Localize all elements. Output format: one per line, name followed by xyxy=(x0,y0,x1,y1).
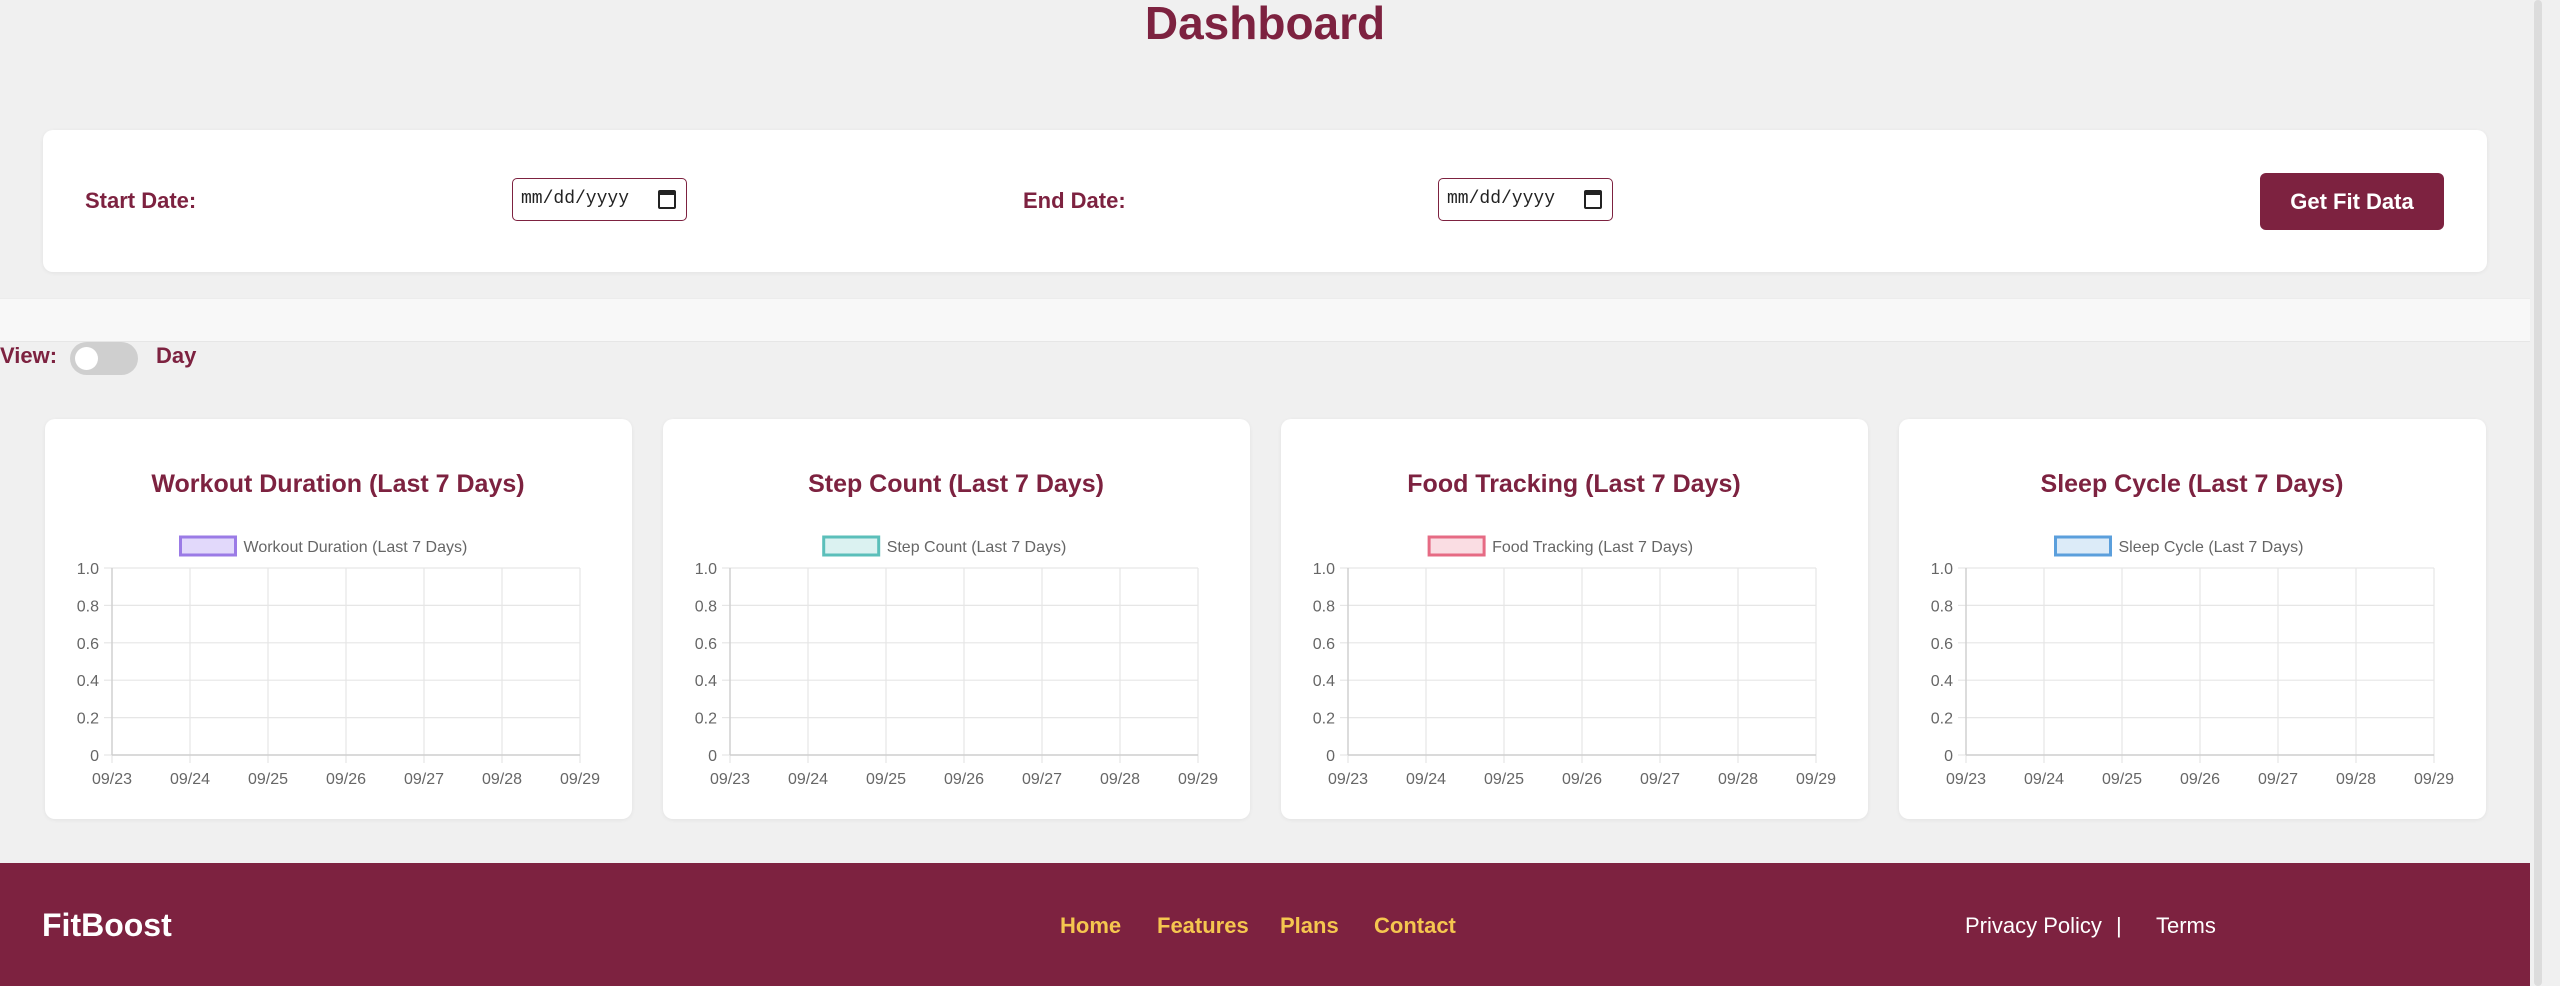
x-tick-label: 09/24 xyxy=(2024,771,2064,788)
scrollbar-thumb[interactable] xyxy=(2534,0,2542,986)
footer-separator: | xyxy=(2116,913,2122,938)
view-toggle[interactable] xyxy=(70,342,138,375)
view-mode-label: Day xyxy=(156,343,197,368)
chart-title: Food Tracking (Last 7 Days) xyxy=(1407,470,1740,498)
x-tick-label: 09/27 xyxy=(1022,771,1062,788)
legend-label: Food Tracking (Last 7 Days) xyxy=(1492,539,1693,556)
y-tick-label: 0.6 xyxy=(1313,636,1335,653)
y-tick-label: 0.2 xyxy=(1931,711,1953,728)
x-tick-label: 09/29 xyxy=(1178,771,1218,788)
x-tick-label: 09/25 xyxy=(866,771,906,788)
x-tick-label: 09/26 xyxy=(326,771,366,788)
y-tick-label: 0.2 xyxy=(1313,711,1335,728)
x-tick-label: 09/25 xyxy=(1484,771,1524,788)
x-tick-label: 09/27 xyxy=(2258,771,2298,788)
x-tick-label: 09/23 xyxy=(92,771,132,788)
legend-label: Workout Duration (Last 7 Days) xyxy=(244,539,468,556)
chart-title: Step Count (Last 7 Days) xyxy=(808,470,1104,498)
page-title: Dashboard xyxy=(1144,0,1386,49)
footer-nav-plans[interactable]: Plans xyxy=(1280,913,1339,939)
view-label: View: xyxy=(0,343,58,368)
y-tick-label: 0.4 xyxy=(1931,673,1953,690)
footer-nav-contact[interactable]: Contact xyxy=(1374,913,1456,939)
y-tick-label: 0.6 xyxy=(695,636,717,653)
y-tick-label: 1.0 xyxy=(1931,561,1953,578)
x-tick-label: 09/29 xyxy=(560,771,600,788)
footer-nav-features[interactable]: Features xyxy=(1157,913,1249,939)
start-date-value: mm/dd/yyyy xyxy=(521,189,630,209)
legend-swatch xyxy=(2054,535,2112,557)
x-tick-label: 09/28 xyxy=(1100,771,1140,788)
x-tick-label: 09/25 xyxy=(248,771,288,788)
x-tick-label: 09/28 xyxy=(1718,771,1758,788)
date-range-card: Start Date: mm/dd/yyyy End Date: mm/dd/y… xyxy=(43,130,2487,272)
y-tick-label: 0.6 xyxy=(1931,636,1953,653)
get-fit-data-button[interactable]: Get Fit Data xyxy=(2260,173,2444,230)
calendar-icon[interactable] xyxy=(1584,190,1602,209)
x-tick-label: 09/25 xyxy=(2102,771,2142,788)
legend-label: Step Count (Last 7 Days) xyxy=(887,539,1067,556)
y-tick-label: 1.0 xyxy=(1313,561,1335,578)
legend-swatch xyxy=(822,535,881,557)
legend-swatch xyxy=(179,535,237,557)
x-tick-label: 09/24 xyxy=(788,771,828,788)
chart-title: Sleep Cycle (Last 7 Days) xyxy=(2041,470,2344,498)
toggle-knob xyxy=(75,347,98,370)
end-date-label: End Date: xyxy=(1023,188,1126,213)
y-tick-label: 0.8 xyxy=(1931,598,1953,615)
step-count-chart: Step Count (Last 7 Days) Step Count (Last… xyxy=(695,470,1218,788)
x-tick-label: 09/24 xyxy=(170,771,210,788)
x-tick-label: 09/23 xyxy=(1946,771,1986,788)
window-scrollbar[interactable] xyxy=(2530,0,2560,986)
y-tick-label: 0.4 xyxy=(1313,673,1335,690)
legend-label: Sleep Cycle (Last 7 Days) xyxy=(2119,539,2304,556)
x-tick-label: 09/23 xyxy=(1328,771,1368,788)
sleep-cycle-chart-card: Sleep Cycle (Last 7 Days) Sleep Cycle (La… xyxy=(1899,419,2486,819)
x-tick-label: 09/27 xyxy=(404,771,444,788)
calendar-icon[interactable] xyxy=(658,190,676,209)
footer-brand[interactable]: FitBoost xyxy=(42,907,172,944)
y-tick-label: 0 xyxy=(90,748,99,765)
privacy-policy-link[interactable]: Privacy Policy xyxy=(1965,913,2102,939)
y-tick-label: 0.6 xyxy=(77,636,99,653)
x-tick-label: 09/23 xyxy=(710,771,750,788)
chart-title: Workout Duration (Last 7 Days) xyxy=(151,470,524,498)
x-tick-label: 09/29 xyxy=(1796,771,1836,788)
sleep-cycle-chart: Sleep Cycle (Last 7 Days) Sleep Cycle (La… xyxy=(1931,470,2454,788)
terms-link[interactable]: Terms xyxy=(2156,913,2216,939)
workout-duration-chart: Workout Duration (Last 7 Days) Workout Du… xyxy=(77,470,600,788)
y-tick-label: 0.2 xyxy=(695,711,717,728)
y-tick-label: 1.0 xyxy=(77,561,99,578)
workout-duration-chart-card: Workout Duration (Last 7 Days) Workout Du… xyxy=(45,419,632,819)
y-tick-label: 0 xyxy=(708,748,717,765)
y-tick-label: 0.8 xyxy=(1313,598,1335,615)
food-tracking-chart: Food Tracking (Last 7 Days) Food Tracking… xyxy=(1313,470,1836,788)
x-tick-label: 09/29 xyxy=(2414,771,2454,788)
y-tick-label: 0.8 xyxy=(695,598,717,615)
y-tick-label: 0.4 xyxy=(695,673,717,690)
y-tick-label: 0.8 xyxy=(77,598,99,615)
x-tick-label: 09/27 xyxy=(1640,771,1680,788)
x-tick-label: 09/26 xyxy=(1562,771,1602,788)
x-tick-label: 09/26 xyxy=(2180,771,2220,788)
y-tick-label: 0 xyxy=(1326,748,1335,765)
x-tick-label: 09/26 xyxy=(944,771,984,788)
step-count-chart-card: Step Count (Last 7 Days) Step Count (Last… xyxy=(663,419,1250,819)
x-tick-label: 09/28 xyxy=(2336,771,2376,788)
start-date-label: Start Date: xyxy=(85,188,197,213)
y-tick-label: 0.4 xyxy=(77,673,99,690)
divider-strip xyxy=(0,298,2530,342)
x-tick-label: 09/24 xyxy=(1406,771,1446,788)
x-tick-label: 09/28 xyxy=(482,771,522,788)
footer-nav-home[interactable]: Home xyxy=(1060,913,1121,939)
start-date-input[interactable]: mm/dd/yyyy xyxy=(512,178,687,221)
footer: FitBoost Home Features Plans Contact Pri… xyxy=(0,863,2530,986)
end-date-value: mm/dd/yyyy xyxy=(1447,189,1556,209)
end-date-input[interactable]: mm/dd/yyyy xyxy=(1438,178,1613,221)
legend-swatch xyxy=(1427,535,1486,557)
food-tracking-chart-card: Food Tracking (Last 7 Days) Food Tracking… xyxy=(1281,419,1868,819)
y-tick-label: 1.0 xyxy=(695,561,717,578)
y-tick-label: 0.2 xyxy=(77,711,99,728)
y-tick-label: 0 xyxy=(1944,748,1953,765)
